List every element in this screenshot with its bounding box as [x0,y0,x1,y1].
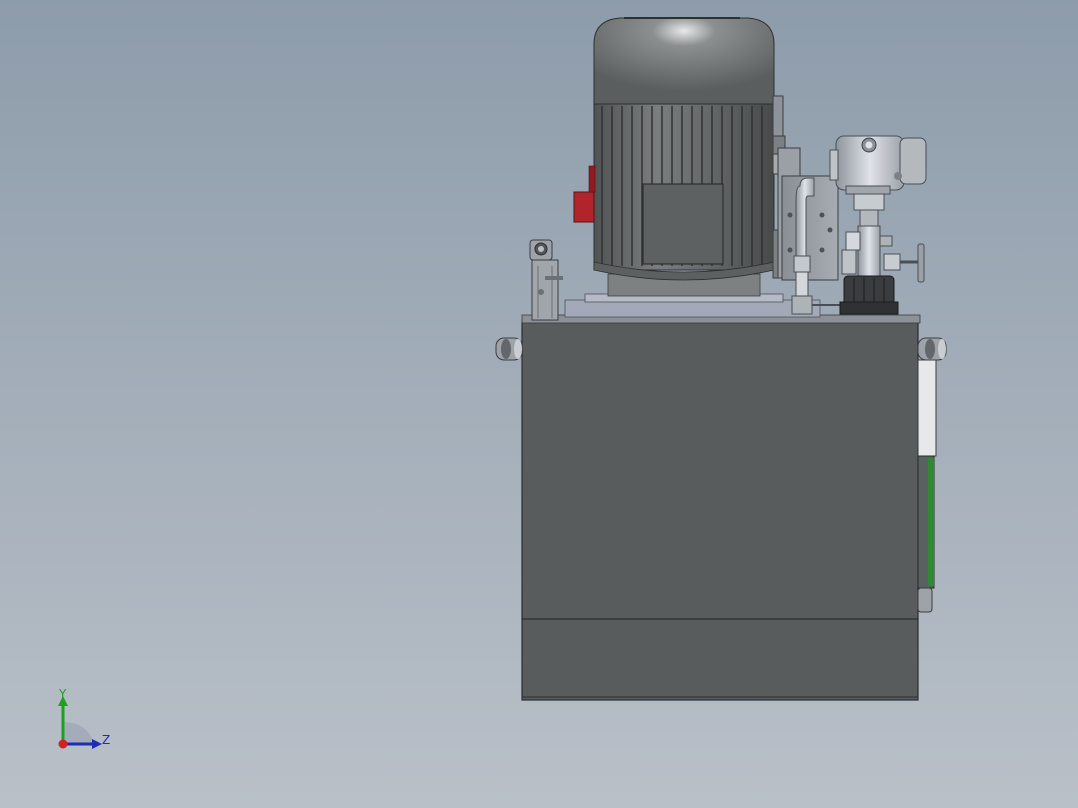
filter-cap [839,275,899,315]
reference-triad: Y Z [48,684,128,754]
oil-tank[interactable] [521,314,921,701]
triad-z-label: Z [102,733,111,747]
breather-bracket [529,239,563,321]
hydraulic-power-unit-model[interactable] [0,0,1078,808]
red-nameplate [573,191,595,223]
motor-fan-cover [593,17,775,105]
graphics-viewport[interactable]: Y Z [0,0,1078,808]
lifting-eye-right [917,337,947,361]
pressure-gauge [829,135,927,229]
triad-y-label: Y [59,687,67,701]
motor-terminal-box [642,183,724,265]
triad-x-axis [58,739,68,749]
sight-glass [917,359,937,613]
lifting-eye-left [495,337,523,361]
triad-plane-shade [63,722,94,744]
needle-valve [841,225,925,283]
